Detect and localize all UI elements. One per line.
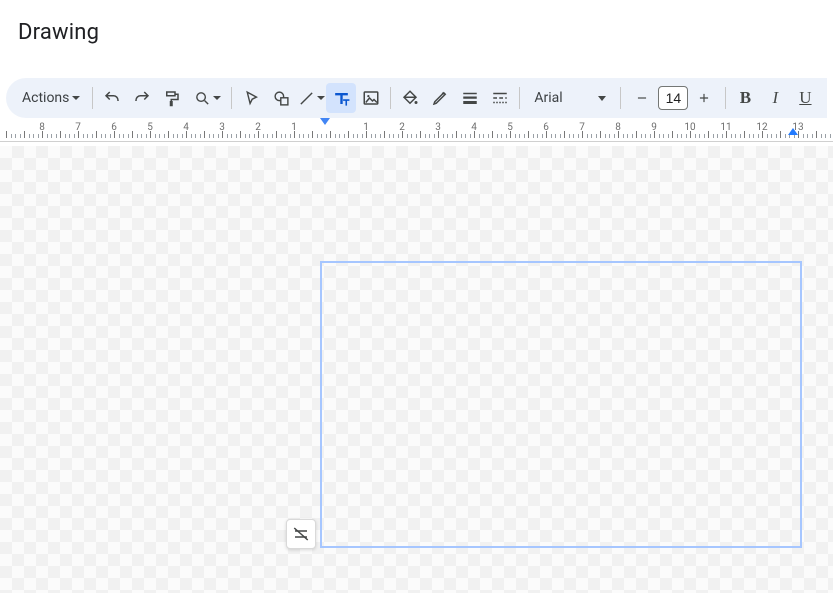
font-size-input[interactable] bbox=[658, 86, 688, 110]
textbox-icon bbox=[332, 89, 351, 108]
paint-bucket-icon bbox=[401, 89, 419, 107]
fill-color-button[interactable] bbox=[395, 83, 425, 113]
border-weight-button[interactable] bbox=[455, 83, 485, 113]
separator bbox=[620, 87, 621, 109]
underline-icon: U bbox=[799, 88, 811, 108]
line-icon bbox=[298, 90, 315, 107]
paint-format-button[interactable] bbox=[157, 83, 187, 113]
redo-icon bbox=[133, 89, 151, 107]
separator bbox=[231, 87, 232, 109]
paint-roller-icon bbox=[163, 89, 181, 107]
separator bbox=[92, 87, 93, 109]
line-button[interactable] bbox=[296, 83, 326, 113]
format-options-button[interactable] bbox=[286, 519, 316, 549]
textbox-button[interactable] bbox=[326, 83, 356, 113]
border-color-button[interactable] bbox=[425, 83, 455, 113]
right-indent-marker[interactable] bbox=[788, 128, 798, 135]
zoom-icon bbox=[194, 90, 211, 107]
border-dash-button[interactable] bbox=[485, 83, 515, 113]
pencil-icon bbox=[431, 89, 449, 107]
separator bbox=[725, 87, 726, 109]
cursor-icon bbox=[243, 90, 260, 107]
zoom-button[interactable] bbox=[187, 83, 227, 113]
italic-icon: I bbox=[773, 88, 779, 108]
italic-button[interactable]: I bbox=[760, 83, 790, 113]
wrap-options-icon bbox=[292, 525, 310, 543]
canvas-stage[interactable] bbox=[0, 146, 833, 593]
font-family-select[interactable]: Arial bbox=[524, 83, 616, 113]
line-dash-icon bbox=[491, 89, 509, 107]
image-icon bbox=[362, 89, 380, 107]
select-tool-button[interactable] bbox=[236, 83, 266, 113]
chevron-down-icon bbox=[598, 96, 606, 101]
ruler[interactable]: 1234567812345678910111213 bbox=[0, 118, 833, 142]
separator bbox=[390, 87, 391, 109]
redo-button[interactable] bbox=[127, 83, 157, 113]
underline-button[interactable]: U bbox=[790, 83, 820, 113]
actions-label: Actions bbox=[22, 90, 69, 106]
minus-icon bbox=[635, 91, 649, 105]
chevron-down-icon bbox=[72, 96, 80, 100]
page-title: Drawing bbox=[18, 20, 815, 45]
font-family-label: Arial bbox=[534, 90, 562, 106]
undo-button[interactable] bbox=[97, 83, 127, 113]
bold-icon: B bbox=[740, 88, 751, 108]
increase-font-size-button[interactable] bbox=[691, 83, 717, 113]
line-weight-icon bbox=[461, 89, 479, 107]
shapes-icon bbox=[273, 90, 290, 107]
left-indent-marker[interactable] bbox=[320, 118, 330, 125]
toolbar: Actions bbox=[6, 78, 827, 118]
decrease-font-size-button[interactable] bbox=[629, 83, 655, 113]
undo-icon bbox=[103, 89, 121, 107]
bold-button[interactable]: B bbox=[730, 83, 760, 113]
plus-icon bbox=[697, 91, 711, 105]
image-button[interactable] bbox=[356, 83, 386, 113]
chevron-down-icon bbox=[317, 96, 325, 100]
separator bbox=[519, 87, 520, 109]
text-box[interactable] bbox=[320, 261, 802, 548]
actions-menu-button[interactable]: Actions bbox=[14, 83, 88, 113]
chevron-down-icon bbox=[213, 96, 221, 100]
shape-button[interactable] bbox=[266, 83, 296, 113]
font-size-group bbox=[625, 83, 721, 113]
